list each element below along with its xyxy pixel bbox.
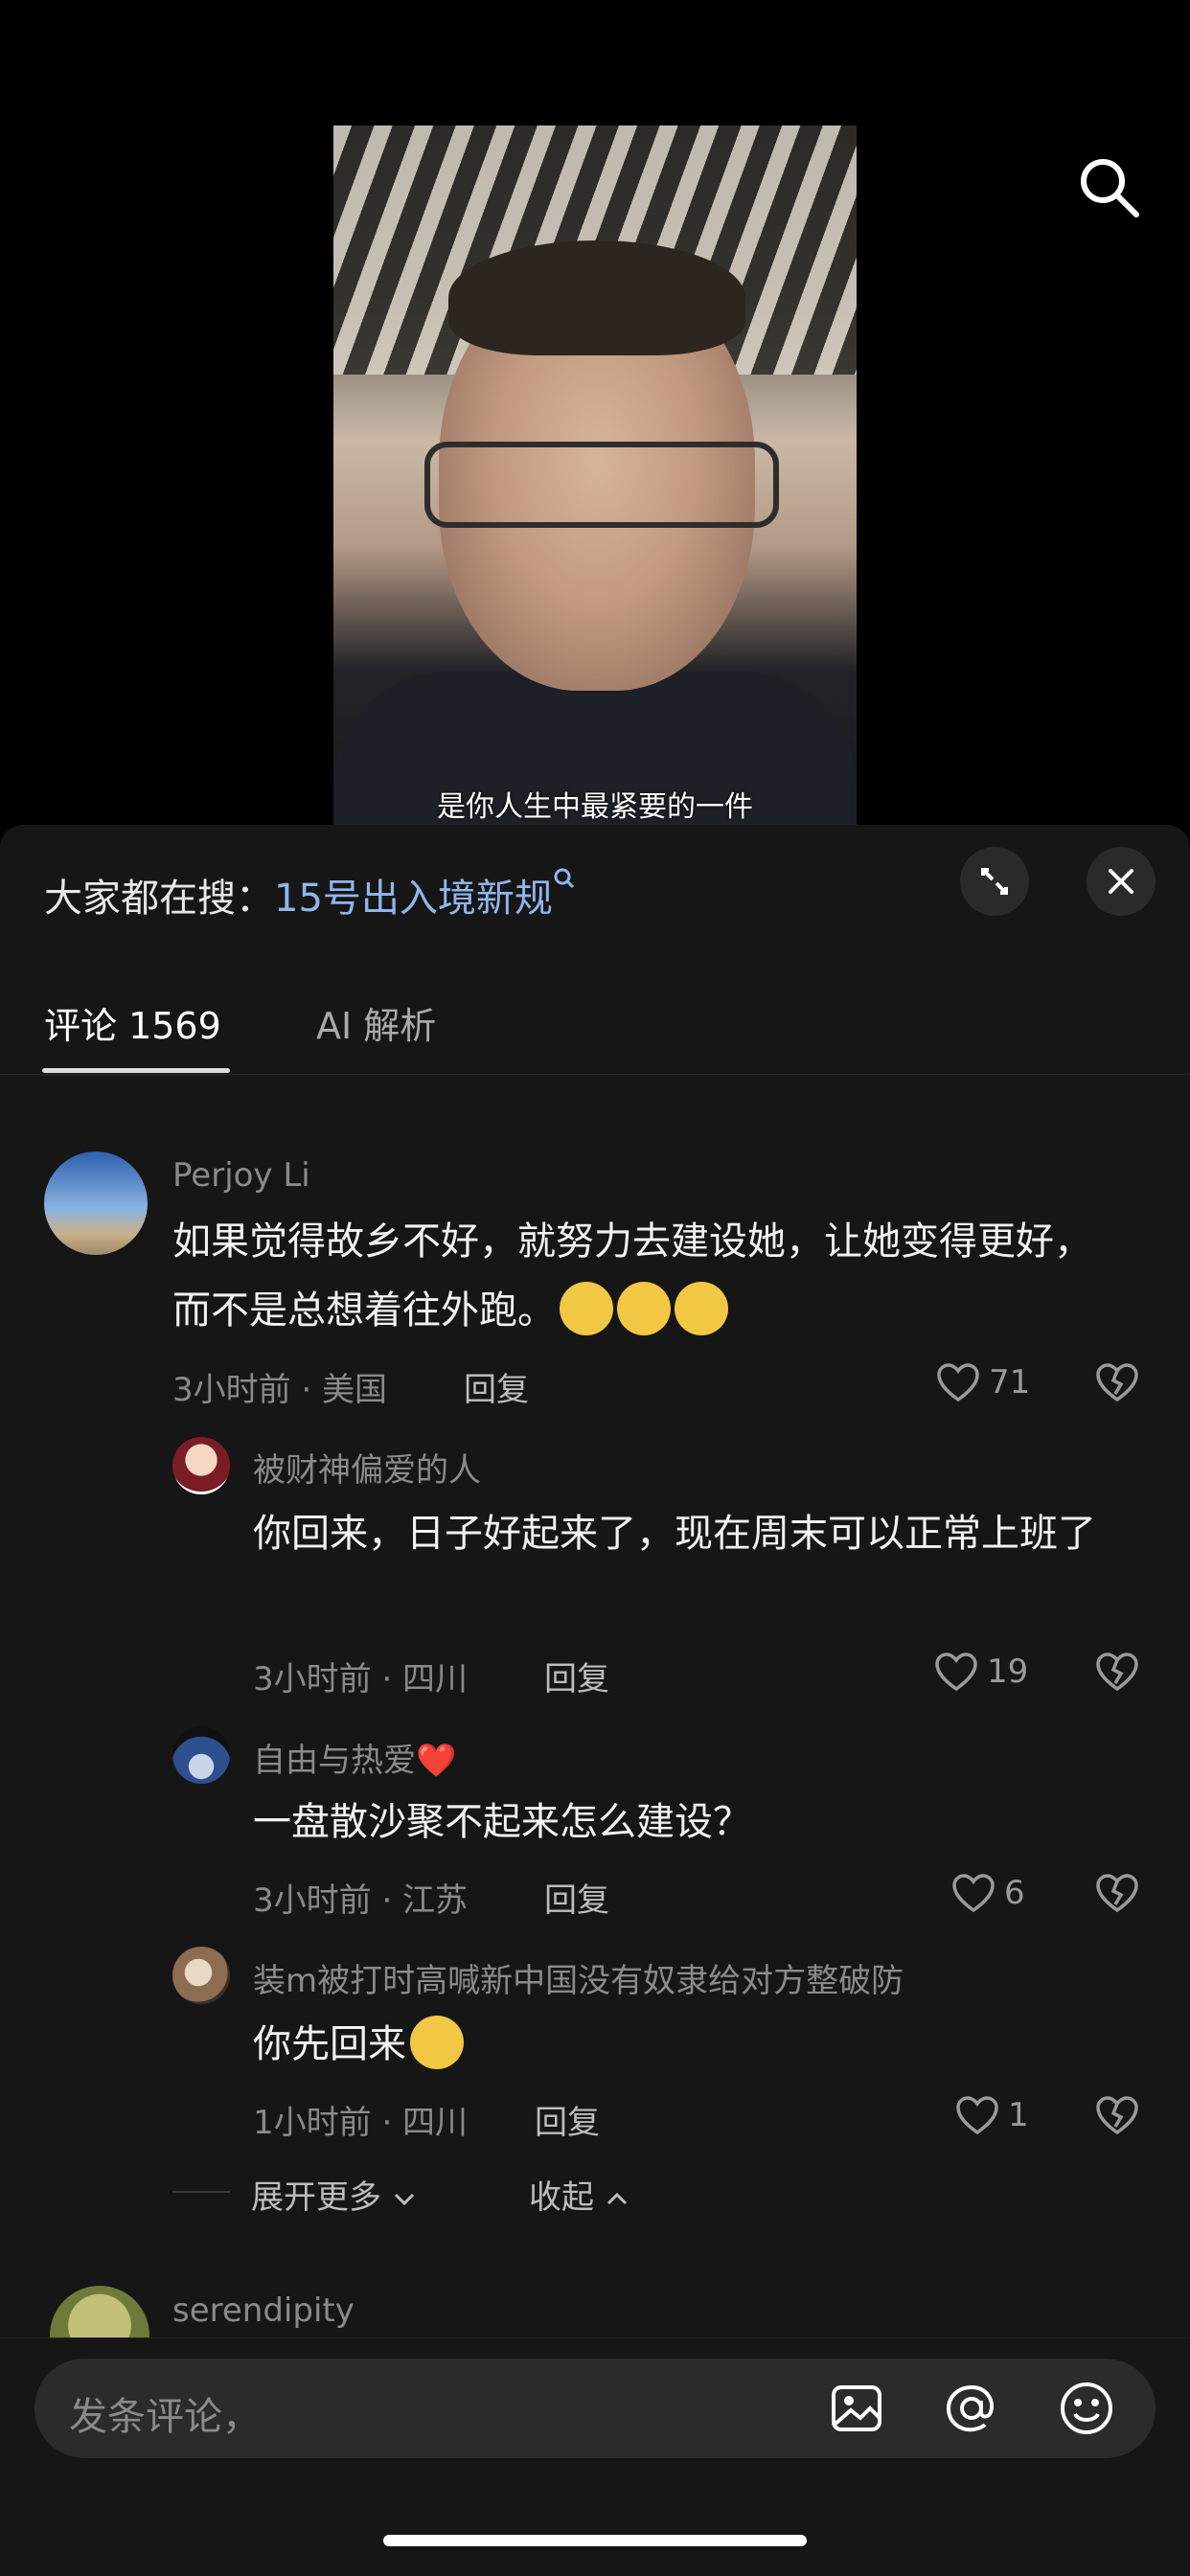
home-indicator[interactable] <box>383 2535 807 2546</box>
comment-username[interactable]: 自由与热爱❤️ <box>253 1734 456 1781</box>
mention-icon[interactable] <box>943 2380 1000 2437</box>
comment-username[interactable]: 装m被打时高喊新中国没有奴隶给对方整破防 <box>253 1954 904 2001</box>
dislike-heart-icon[interactable] <box>1094 1361 1140 1403</box>
comment-meta: 3小时前 · 美国 <box>172 1371 388 1409</box>
chevron-down-icon <box>394 2193 414 2206</box>
reply-button[interactable]: 回复 <box>535 2096 600 2143</box>
collapse-button[interactable]: 收起 <box>529 2171 629 2218</box>
expand-more-button[interactable]: 展开更多 <box>251 2171 417 2218</box>
blush-emoji-icon <box>675 1282 728 1335</box>
blush-emoji-icon <box>617 1282 671 1335</box>
comment-username[interactable]: 被财神偏爱的人 <box>253 1444 481 1491</box>
video-person-glasses <box>424 442 779 528</box>
video-player[interactable]: 是你人生中最紧要的一件 <box>333 125 857 825</box>
like-count: 1 <box>1008 2096 1029 2134</box>
like-button[interactable]: 19 <box>933 1651 1028 1693</box>
comment-username[interactable]: serendipity <box>172 2291 355 2330</box>
tab-ai-analysis[interactable]: AI 解析 <box>316 996 436 1049</box>
dislike-heart-icon[interactable] <box>1094 1872 1140 1914</box>
heart-icon <box>952 1874 995 1913</box>
divider <box>0 1074 1190 1075</box>
comment-text: 一盘散沙聚不起来怎么建设？ <box>253 1800 751 1844</box>
like-count: 71 <box>989 1363 1031 1402</box>
reply-button[interactable]: 回复 <box>464 1363 529 1410</box>
heart-icon <box>935 1653 977 1692</box>
comment-text: 如果觉得故乡不好，就努力去建设她，让她变得更好，而不是总想着往外跑。 <box>172 1207 1121 1345</box>
search-icon[interactable] <box>1075 153 1142 220</box>
close-button[interactable] <box>1087 847 1156 916</box>
like-count: 6 <box>1004 1874 1025 1912</box>
expand-icon <box>981 868 1008 895</box>
like-button[interactable]: 1 <box>954 2094 1029 2136</box>
like-button[interactable]: 71 <box>935 1361 1030 1403</box>
trending-prefix: 大家都在搜： <box>44 877 274 921</box>
tab-comments[interactable]: 评论 1569 <box>44 996 221 1049</box>
tab-active-indicator <box>42 1068 230 1073</box>
comment-text: 你回来，日子好起来了，现在周末可以正常上班了 <box>253 1512 1096 1556</box>
avatar[interactable] <box>172 1947 230 2004</box>
close-icon <box>1109 869 1133 894</box>
reply-button[interactable]: 回复 <box>544 1653 609 1699</box>
blush-emoji-icon <box>560 1282 613 1335</box>
hug-emoji-icon <box>410 2016 464 2069</box>
avatar[interactable] <box>44 1151 148 1255</box>
trending-search[interactable]: 大家都在搜：15号出入境新规 <box>44 867 576 923</box>
video-person-hair <box>448 240 745 355</box>
reply-button[interactable]: 回复 <box>544 1874 609 1921</box>
comment-input-placeholder: 发条评论， <box>69 2395 261 2439</box>
emoji-icon[interactable] <box>1058 2380 1115 2437</box>
dislike-heart-icon[interactable] <box>1094 1651 1140 1693</box>
heart-icon <box>937 1363 979 1402</box>
comment-meta: 3小时前 · 四川 <box>253 1660 469 1698</box>
heart-icon <box>956 2096 998 2135</box>
divider <box>172 2191 230 2193</box>
comment-username[interactable]: Perjoy Li <box>172 1156 310 1195</box>
chevron-up-icon <box>606 2192 627 2205</box>
expand-button[interactable] <box>960 847 1029 916</box>
avatar[interactable] <box>172 1726 230 1784</box>
like-button[interactable]: 6 <box>950 1872 1025 1914</box>
search-icon <box>554 868 574 889</box>
trending-keyword[interactable]: 15号出入境新规 <box>274 877 553 921</box>
comment-meta: 1小时前 · 四川 <box>253 2104 469 2142</box>
image-icon[interactable] <box>828 2380 885 2437</box>
comment-meta: 3小时前 · 江苏 <box>253 1881 469 1920</box>
like-count: 19 <box>987 1653 1029 1691</box>
comment-text: 你先回来 <box>253 2010 1144 2079</box>
dislike-heart-icon[interactable] <box>1094 2094 1140 2136</box>
video-subtitle: 是你人生中最紧要的一件 <box>437 790 753 824</box>
avatar[interactable] <box>172 1437 230 1494</box>
